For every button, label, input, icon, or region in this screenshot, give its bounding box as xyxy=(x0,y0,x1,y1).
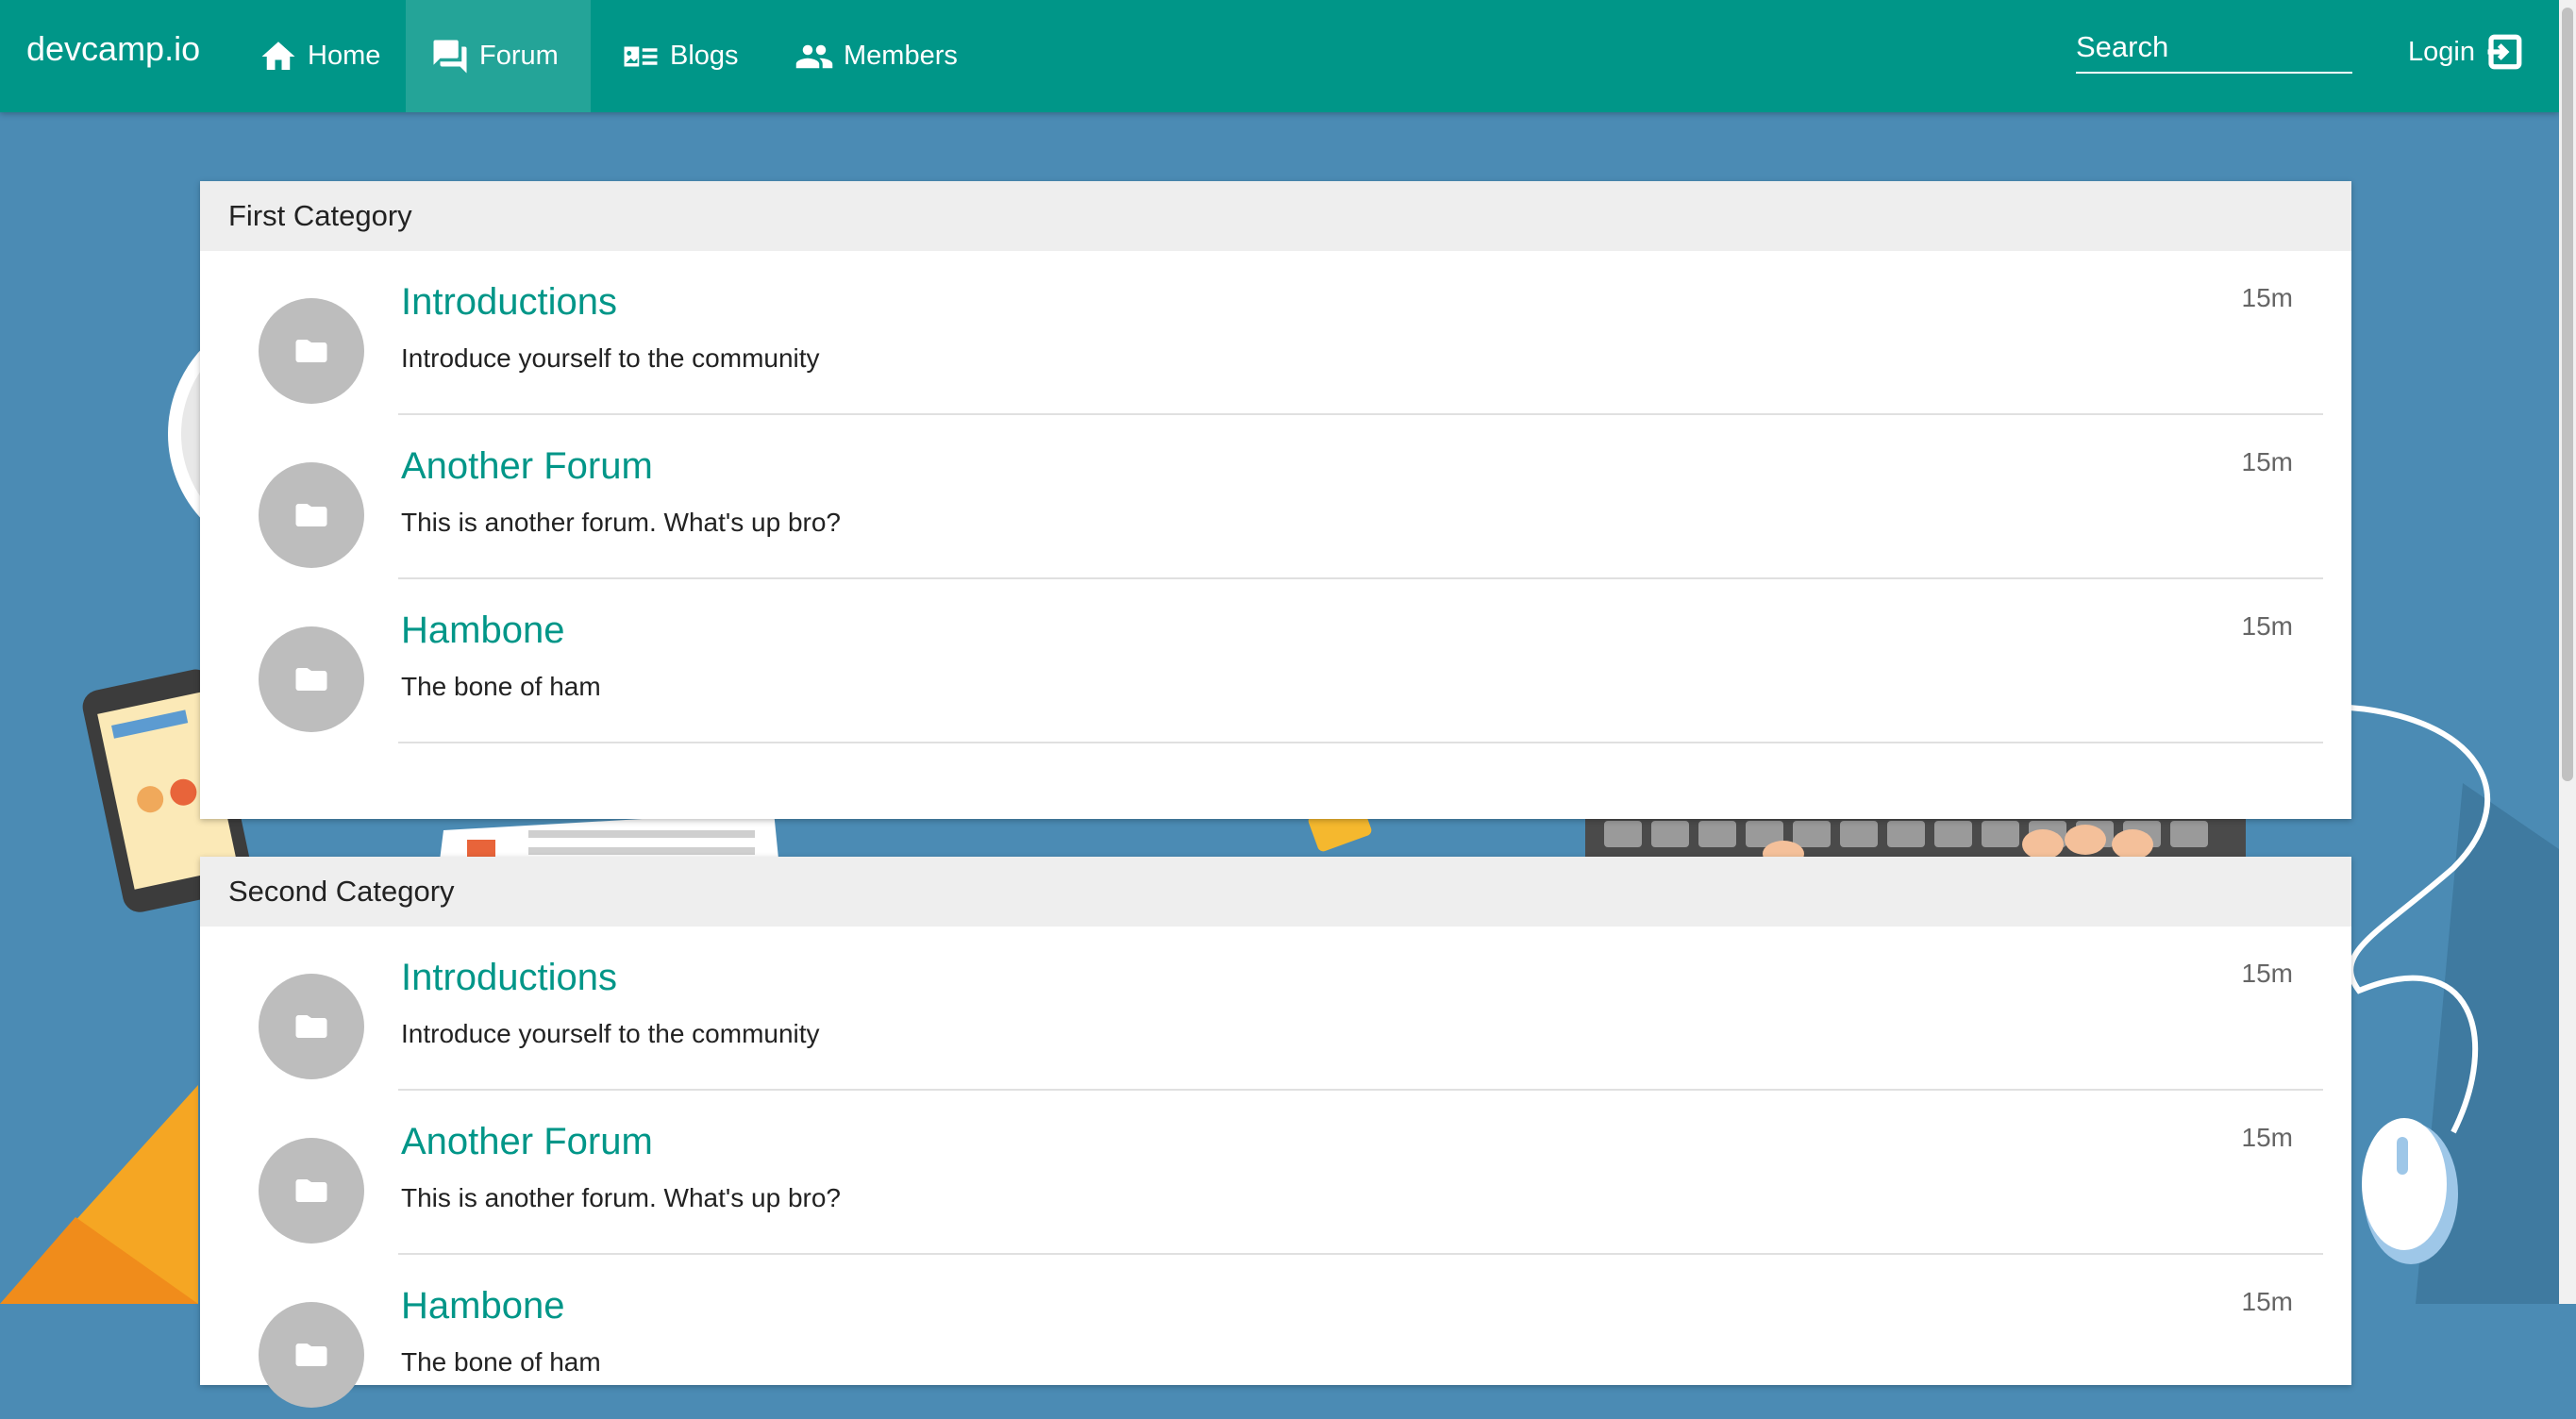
page-scrollbar[interactable] xyxy=(2559,0,2576,1304)
folder-icon xyxy=(295,1344,327,1366)
forum-title-link[interactable]: Another Forum xyxy=(401,1121,653,1163)
forum-description: The bone of ham xyxy=(401,1347,601,1377)
forum-description: This is another forum. What's up bro? xyxy=(401,1183,841,1212)
folder-icon xyxy=(295,1015,327,1038)
top-navbar: devcamp.io Home Forum Blogs Members Logi… xyxy=(0,0,2559,112)
forum-avatar xyxy=(259,626,364,732)
forum-title-link[interactable]: Hambone xyxy=(401,609,564,652)
forum-timestamp: 15m xyxy=(2241,1287,2293,1316)
forum-avatar xyxy=(259,974,364,1079)
category-card: Second Category Introductions Introduce … xyxy=(200,857,2351,1408)
search-input[interactable] xyxy=(2076,25,2352,70)
members-icon xyxy=(795,44,833,68)
forum-row[interactable]: Another Forum This is another forum. Wha… xyxy=(200,1091,2351,1255)
folder-icon xyxy=(295,504,327,526)
forum-row[interactable]: Hambone The bone of ham 15m xyxy=(200,579,2351,743)
forum-title-link[interactable]: Hambone xyxy=(401,1285,564,1327)
forum-row[interactable]: Introductions Introduce yourself to the … xyxy=(200,251,2351,415)
nav-blogs[interactable]: Blogs xyxy=(596,0,763,112)
brand-logo[interactable]: devcamp.io xyxy=(26,26,200,72)
search-field xyxy=(2076,25,2352,74)
forum-avatar xyxy=(259,462,364,568)
forum-description: Introduce yourself to the community xyxy=(401,1019,820,1048)
forum-timestamp: 15m xyxy=(2241,1123,2293,1152)
folder-icon xyxy=(295,1179,327,1202)
forum-avatar xyxy=(259,298,364,404)
login-label: Login xyxy=(2408,36,2475,67)
forum-avatar xyxy=(259,1302,364,1408)
category-title: Second Category xyxy=(200,857,2351,927)
folder-icon xyxy=(295,668,327,691)
forum-avatar xyxy=(259,1138,364,1244)
nav-blogs-label: Blogs xyxy=(670,41,739,71)
forum-title-link[interactable]: Introductions xyxy=(401,957,617,999)
forum-icon xyxy=(433,40,467,73)
forum-timestamp: 15m xyxy=(2241,611,2293,641)
nav-members[interactable]: Members xyxy=(770,0,982,112)
forum-timestamp: 15m xyxy=(2241,959,2293,988)
forum-timestamp: 15m xyxy=(2241,283,2293,312)
forum-row[interactable]: Hambone The bone of ham 15m xyxy=(200,1255,2351,1419)
forum-description: The bone of ham xyxy=(401,672,601,701)
forum-description: Introduce yourself to the community xyxy=(401,343,820,373)
blog-icon xyxy=(624,46,658,66)
login-button[interactable]: Login xyxy=(2408,0,2524,104)
forum-title-link[interactable]: Introductions xyxy=(401,281,617,324)
forum-description: This is another forum. What's up bro? xyxy=(401,508,841,537)
nav-forum[interactable]: Forum xyxy=(406,0,591,112)
nav-members-label: Members xyxy=(844,41,958,71)
forum-row[interactable]: Another Forum This is another forum. Wha… xyxy=(200,415,2351,579)
folder-icon xyxy=(295,340,327,362)
category-title: First Category xyxy=(200,181,2351,251)
home-icon xyxy=(261,41,295,70)
category-card: First Category Introductions Introduce y… xyxy=(200,181,2351,819)
login-icon xyxy=(2487,34,2522,70)
forum-row[interactable]: Introductions Introduce yourself to the … xyxy=(200,927,2351,1091)
nav-home[interactable]: Home xyxy=(234,0,405,112)
row-divider xyxy=(398,742,2323,743)
scrollbar-thumb[interactable] xyxy=(2562,8,2573,781)
forum-title-link[interactable]: Another Forum xyxy=(401,445,653,488)
nav-home-label: Home xyxy=(308,41,381,71)
forum-timestamp: 15m xyxy=(2241,447,2293,476)
nav-forum-label: Forum xyxy=(479,41,559,71)
